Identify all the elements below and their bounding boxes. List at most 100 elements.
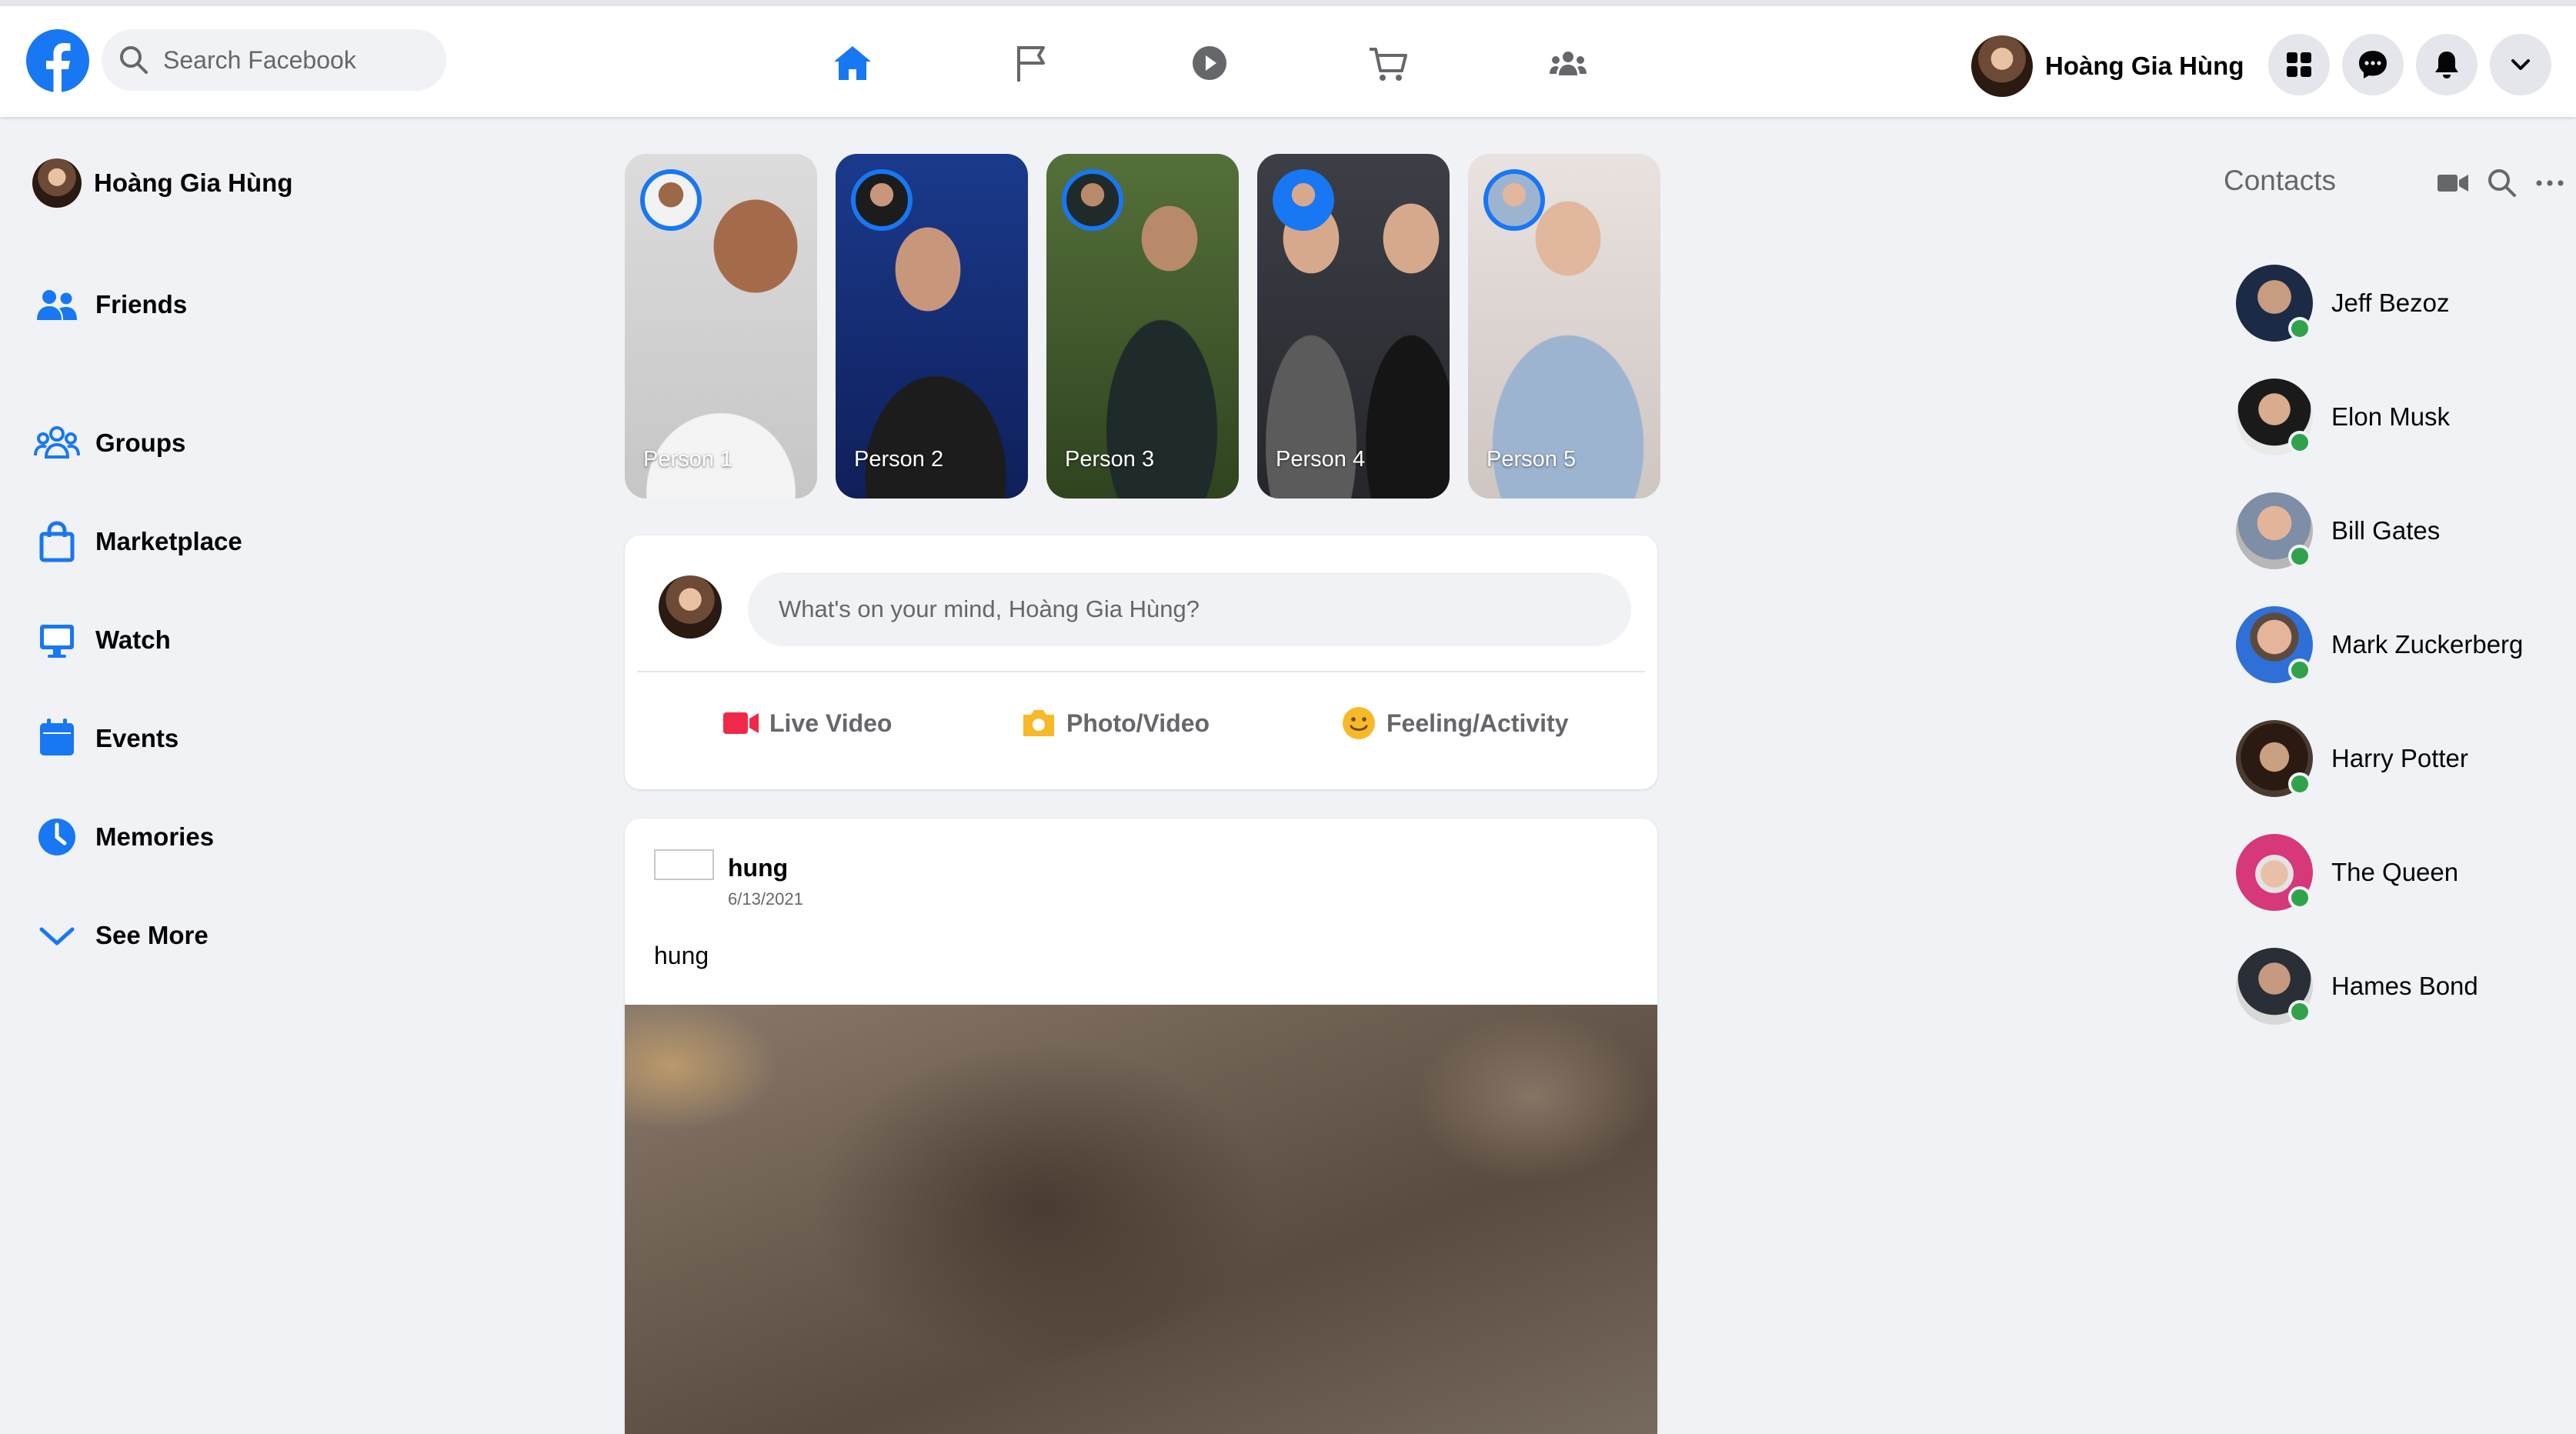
post-text: hung [654,942,709,969]
story-name: Person 5 [1487,447,1577,472]
sidebar-item-groups[interactable]: Groups [31,394,242,492]
story-avatar [1273,169,1334,231]
menu-grid-icon [2284,49,2314,80]
contact-name: The Queen [2331,858,2459,886]
contacts-list: Jeff Bezoz Elon Musk Bill Gates Mark Zuc… [2236,246,2523,1043]
contact-item[interactable]: Harry Potter [2236,702,2523,815]
smiley-icon [1340,705,1377,742]
sidebar-item-see-more[interactable]: See More [31,886,242,985]
story-card[interactable]: Person 5 [1468,154,1660,499]
contact-name: Jeff Bezoz [2331,288,2450,317]
story-avatar [1062,169,1123,231]
sidebar-item-memories[interactable]: Memories [31,788,242,886]
monitor-icon [31,614,83,666]
avatar [659,575,722,639]
photo-video-button[interactable]: Photo/Video [1020,700,1210,746]
story-name: Person 2 [854,447,944,472]
top-navigation-bar: Hoàng Gia Hùng [0,0,2576,117]
groups-icon[interactable] [1545,40,1591,86]
contact-avatar [2236,265,2313,342]
clock-icon [31,811,83,863]
facebook-logo-icon[interactable] [26,29,89,92]
search-icon [115,42,152,78]
contact-item[interactable]: Bill Gates [2236,474,2523,588]
story-name: Person 4 [1276,447,1366,472]
photo-icon [1020,707,1057,739]
action-label: Feeling/Activity [1386,709,1569,737]
sidebar-item-profile[interactable]: Hoàng Gia Hùng [31,154,492,212]
composer-placeholder: What's on your mind, Hoàng Gia Hùng? [779,595,1200,622]
search-bar[interactable] [102,29,446,91]
online-status-dot [2288,431,2311,454]
sidebar-item-label: See More [95,921,209,949]
contact-item[interactable]: Mark Zuckerberg [2236,588,2523,702]
calendar-icon [31,712,83,765]
more-options-icon[interactable] [2531,165,2568,202]
post-avatar-broken-image[interactable] [654,849,714,880]
action-label: Photo/Video [1066,709,1210,737]
online-status-dot [2288,545,2311,568]
contact-avatar [2236,492,2313,569]
contact-item[interactable]: Hames Bond [2236,929,2523,1043]
divider [637,671,1645,672]
story-card[interactable]: Person 1 [625,154,817,499]
sidebar-item-marketplace[interactable]: Marketplace [31,492,242,591]
post-author[interactable]: hung [728,854,788,882]
sidebar-item-label: Watch [95,625,171,654]
online-status-dot [2288,886,2311,909]
contact-item[interactable]: Elon Musk [2236,360,2523,474]
live-video-button[interactable]: Live Video [722,700,892,746]
search-input[interactable] [162,45,442,75]
online-status-dot [2288,772,2311,795]
story-avatar [640,169,702,231]
online-status-dot [2288,659,2311,682]
story-card[interactable]: Person 2 [836,154,1028,499]
profile-chip[interactable]: Hoàng Gia Hùng [1971,34,2244,98]
messenger-button[interactable] [2342,34,2404,95]
story-name: Person 1 [643,447,733,472]
home-icon[interactable] [829,40,876,86]
sidebar-item-label: Groups [95,429,186,457]
video-call-icon[interactable] [2434,165,2471,202]
feeling-activity-button[interactable]: Feeling/Activity [1340,700,1569,746]
contact-item[interactable]: Jeff Bezoz [2236,246,2523,360]
feed-post: hung 6/13/2021 hung [625,819,1657,1434]
post-composer: What's on your mind, Hoàng Gia Hùng? Liv… [625,535,1657,789]
contact-name: Mark Zuckerberg [2331,630,2524,659]
action-label: Live Video [769,709,893,737]
flag-icon[interactable] [1008,40,1054,86]
contact-item[interactable]: The Queen [2236,815,2523,929]
watch-icon[interactable] [1186,40,1233,86]
whats-on-your-mind-input[interactable]: What's on your mind, Hoàng Gia Hùng? [748,572,1631,646]
sidebar-item-label: Hoàng Gia Hùng [94,168,293,197]
post-timestamp[interactable]: 6/13/2021 [728,889,803,909]
messenger-icon [2356,48,2390,82]
chevron-down-icon [31,909,83,962]
notifications-button[interactable] [2416,34,2478,95]
left-sidebar: Hoàng Gia Hùng [31,154,492,252]
chevron-down-icon [2505,49,2536,80]
avatar [1971,35,2033,97]
account-menu-button[interactable] [2490,34,2551,95]
search-icon[interactable] [2484,165,2521,202]
sidebar-item-friends[interactable]: Friends [31,255,242,354]
post-photo[interactable] [625,1005,1657,1434]
contact-avatar [2236,720,2313,797]
story-avatar [851,169,913,231]
sidebar-item-label: Events [95,724,179,752]
sidebar-item-watch[interactable]: Watch [31,591,242,689]
marketplace-icon[interactable] [1365,40,1411,86]
story-card[interactable]: Person 3 [1046,154,1239,499]
contact-avatar [2236,948,2313,1025]
menu-button[interactable] [2268,34,2330,95]
groups-icon [31,417,83,469]
contact-avatar [2236,834,2313,911]
contacts-header: Contacts [2224,160,2570,206]
sidebar-item-events[interactable]: Events [31,689,242,788]
sidebar-item-label: Marketplace [95,527,242,555]
story-card[interactable]: Person 4 [1257,154,1450,499]
live-video-icon [722,708,760,739]
avatar [32,158,82,208]
sidebar-item-label: Friends [95,290,188,318]
contact-name: Harry Potter [2331,744,2468,772]
